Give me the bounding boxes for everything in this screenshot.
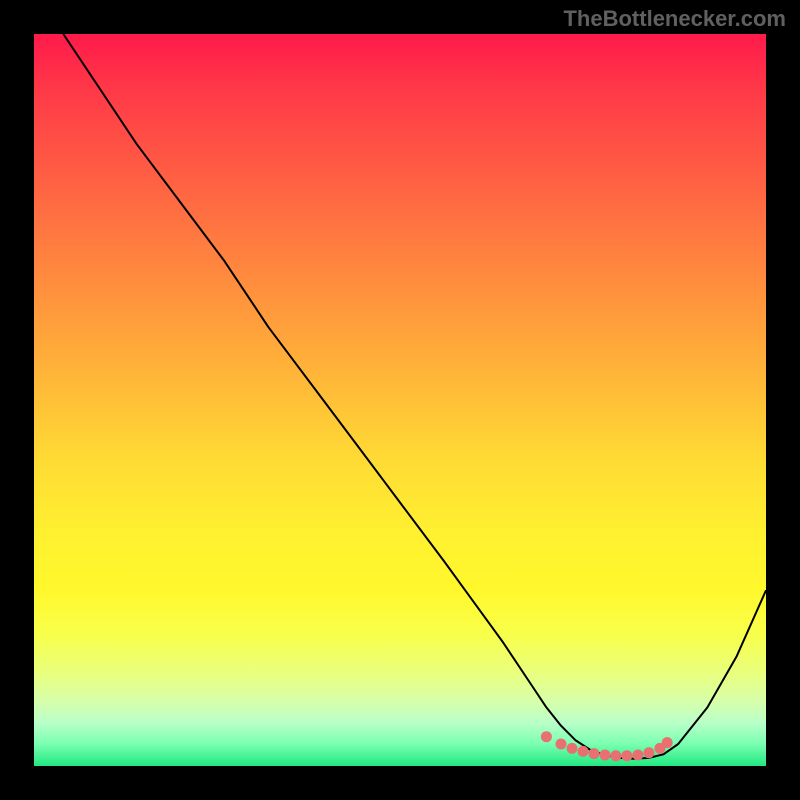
chart-svg	[34, 34, 766, 766]
plot-area	[34, 34, 766, 766]
data-dot	[600, 750, 611, 761]
attribution-text: TheBottlenecker.com	[563, 6, 786, 32]
data-dot	[589, 748, 600, 759]
data-dot	[578, 746, 589, 757]
data-dot	[556, 739, 567, 750]
data-dot	[643, 747, 654, 758]
data-dot	[610, 750, 621, 761]
bottleneck-curve	[63, 34, 766, 759]
data-dot	[662, 737, 673, 748]
data-dot	[541, 731, 552, 742]
data-dot	[567, 743, 578, 754]
data-dot	[621, 750, 632, 761]
data-dot	[632, 750, 643, 761]
